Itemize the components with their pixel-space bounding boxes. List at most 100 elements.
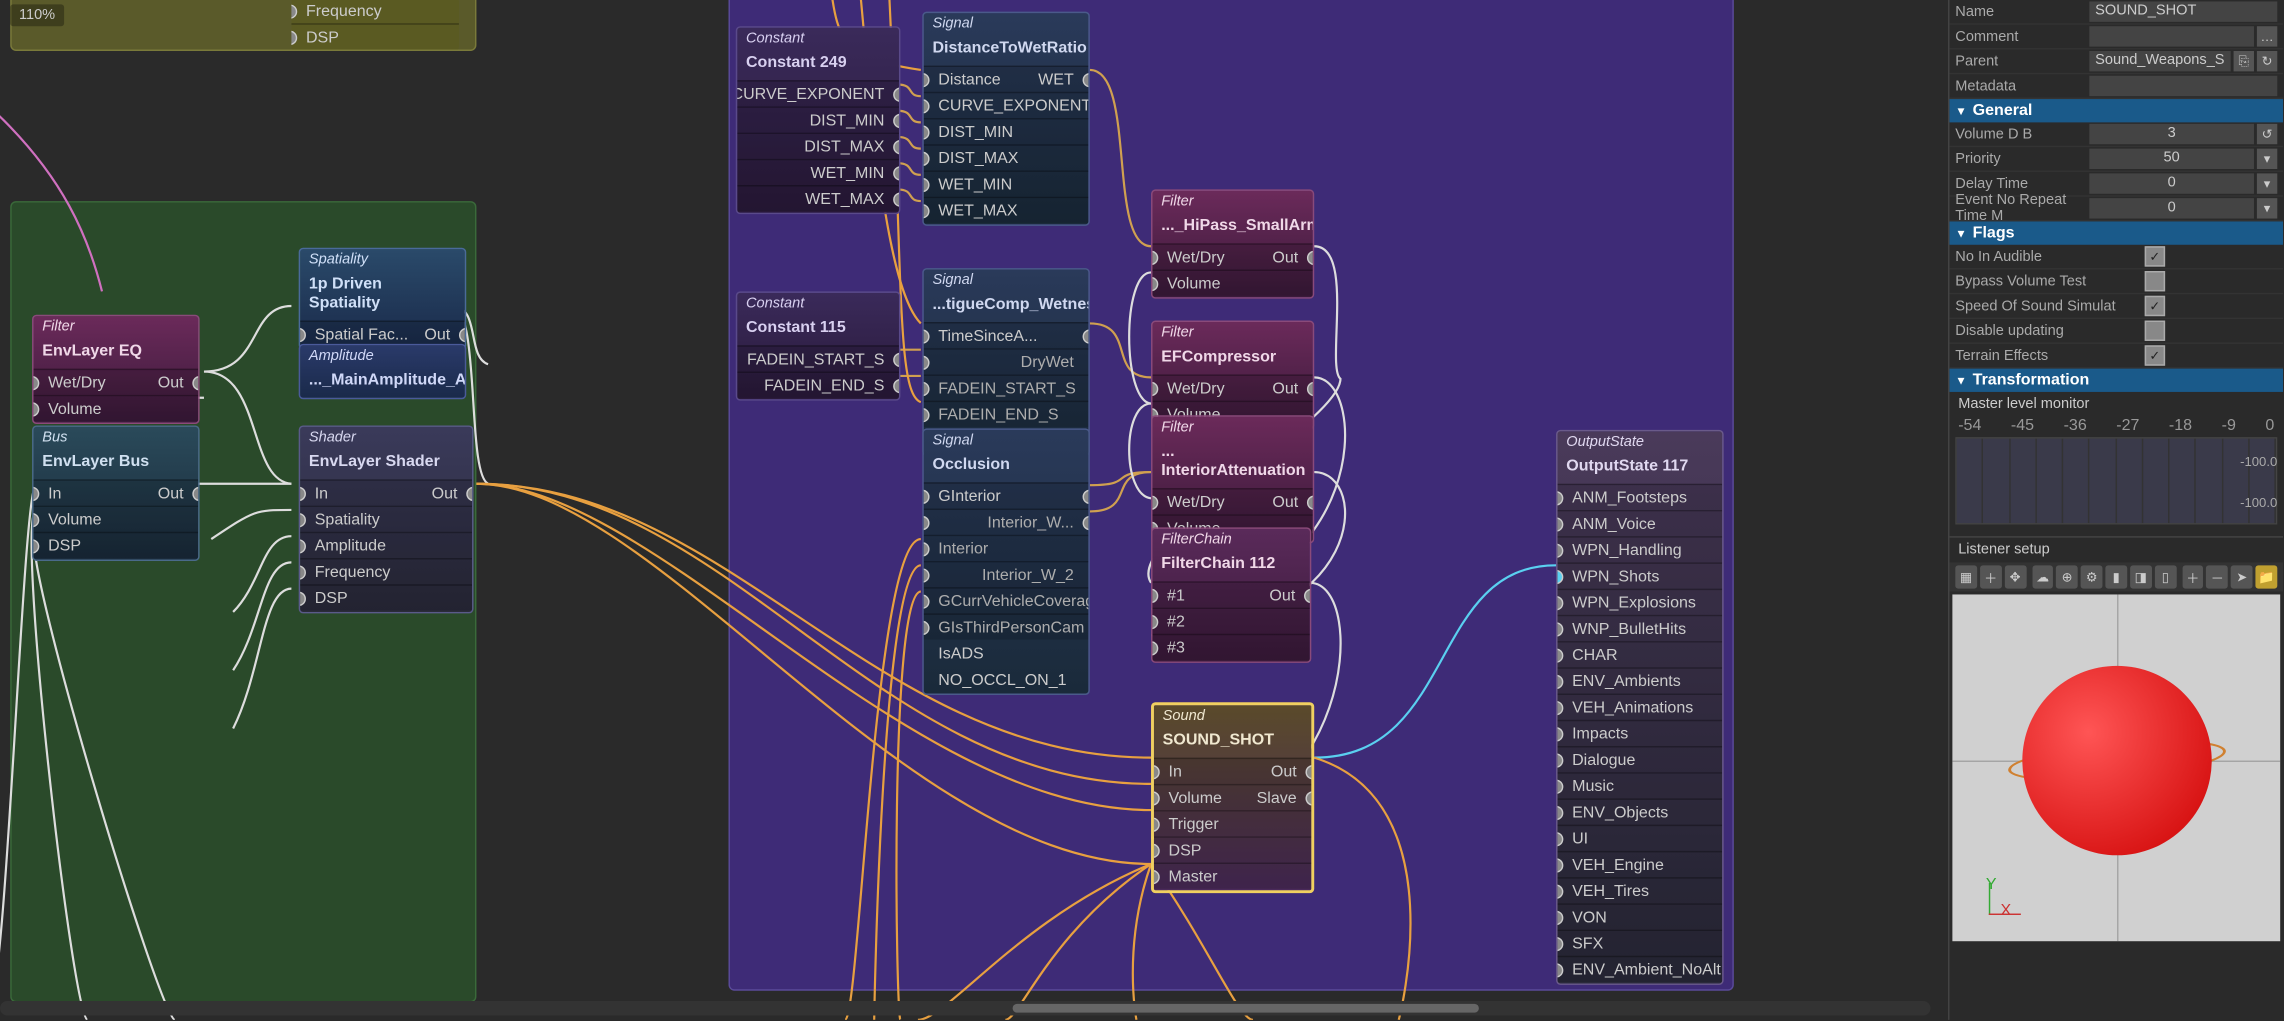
- port-label: Wet/Dry: [34, 370, 106, 396]
- check-terrain[interactable]: ✓: [2145, 345, 2165, 365]
- node-sound-shot[interactable]: Sound SOUND_SHOT InOut VolumeSlave Trigg…: [1151, 702, 1314, 893]
- port-label: WET: [1038, 67, 1088, 93]
- node-type: Constant: [737, 293, 899, 316]
- check-bypassvol[interactable]: [2145, 271, 2165, 291]
- insp-label-disableupdate: Disable updating: [1955, 323, 2144, 339]
- parent-goto-icon[interactable]: ↻: [2257, 51, 2277, 71]
- scrollbar-thumb[interactable]: [1013, 1004, 1479, 1013]
- node-distance-wet-ratio[interactable]: Signal DistanceToWetRatio DistanceWET CU…: [922, 12, 1090, 226]
- port-label: VEH_Tires: [1558, 879, 1649, 905]
- port-label: IsADS: [924, 641, 984, 667]
- insp-label-comment: Comment: [1955, 28, 2089, 44]
- listener-cloud-icon[interactable]: ☁: [2032, 565, 2054, 588]
- listener-view3-icon[interactable]: ▯: [2155, 565, 2177, 588]
- port-label: WET_MIN: [924, 172, 1012, 198]
- listener-plus-icon[interactable]: ＋: [2182, 565, 2204, 588]
- listener-3d-view[interactable]: Y X: [1952, 594, 2280, 941]
- node-title: DistanceToWetRatio: [924, 36, 1089, 65]
- node-title: ... InteriorAttenuation: [1152, 440, 1312, 488]
- insp-delay-value[interactable]: 0: [2089, 173, 2254, 193]
- listener-view1-icon[interactable]: ▮: [2105, 565, 2127, 588]
- insp-section-transformation[interactable]: Transformation: [1949, 369, 2283, 392]
- port-label: Volume: [34, 396, 102, 422]
- listener-arrow-icon[interactable]: ➤: [2231, 565, 2253, 588]
- listener-view2-icon[interactable]: ◨: [2130, 565, 2152, 588]
- comment-more-button[interactable]: …: [2257, 26, 2277, 46]
- node-constant-115[interactable]: Constant Constant 115 FADEIN_START_S FAD…: [736, 291, 901, 400]
- node-title: ..._MainAmplitude_AR: [300, 369, 465, 398]
- listener-grid-icon[interactable]: ▦: [1955, 565, 1977, 588]
- port-label: DIST_MAX: [924, 146, 1019, 172]
- insp-volumedb-value[interactable]: 3: [2089, 124, 2254, 144]
- insp-parent-value[interactable]: Sound_Weapons_S: [2089, 51, 2230, 71]
- port-label: Impacts: [1558, 721, 1629, 747]
- listener-add-icon[interactable]: ＋: [1980, 565, 2002, 588]
- graph-scrollbar-horizontal[interactable]: [0, 1001, 1931, 1016]
- insp-metadata-value[interactable]: [2089, 76, 2277, 96]
- insp-priority-value[interactable]: 50: [2089, 149, 2254, 169]
- zoom-badge: 110%: [10, 4, 64, 26]
- insp-comment-value[interactable]: [2089, 26, 2254, 46]
- insp-label-terrain: Terrain Effects: [1955, 347, 2144, 363]
- node-outputstate-117[interactable]: OutputState OutputState 117 ANM_Footstep…: [1556, 430, 1724, 985]
- port-label: VEH_Engine: [1558, 852, 1664, 878]
- node-title: Occlusion: [924, 453, 1089, 482]
- node-mainamplitude[interactable]: Amplitude ..._MainAmplitude_AR: [299, 344, 467, 399]
- node-filterchain-112[interactable]: FilterChain FilterChain 112 #1Out #2 #3: [1151, 527, 1311, 663]
- node-constant-249[interactable]: Constant Constant 249 CURVE_EXPONENT DIS…: [736, 26, 901, 214]
- listener-gear-icon[interactable]: ⚙: [2081, 565, 2103, 588]
- insp-norepeat-value[interactable]: 0: [2089, 198, 2254, 218]
- node-envlayer-eq[interactable]: Filter EnvLayer EQ Wet/DryOut Volume: [32, 315, 200, 424]
- node-interior-attenuation[interactable]: Filter ... InteriorAttenuation Wet/DryOu…: [1151, 415, 1314, 543]
- listener-move-icon[interactable]: ✥: [2004, 565, 2026, 588]
- port-label: Frequency: [291, 0, 381, 25]
- node-type: Signal: [924, 13, 1089, 36]
- port-label: WPN_Handling: [1558, 538, 1682, 564]
- listener-folder-icon[interactable]: 📁: [2256, 565, 2278, 588]
- insp-name-value[interactable]: SOUND_SHOT: [2089, 1, 2277, 21]
- inspector-panel: Name SOUND_SHOT Comment … Parent Sound_W…: [1948, 0, 2283, 1020]
- node-type: Amplitude: [300, 345, 465, 368]
- port-label: DIST_MIN: [924, 119, 1013, 145]
- insp-label-parent: Parent: [1955, 53, 2089, 69]
- port-label: Volume: [34, 507, 102, 533]
- check-disableupdate[interactable]: [2145, 321, 2165, 341]
- port-label: VEH_Animations: [1558, 695, 1694, 721]
- listener-minus-icon[interactable]: －: [2207, 565, 2229, 588]
- port-label: Dialogue: [1558, 747, 1636, 773]
- axis-y-label: Y: [1986, 876, 1997, 893]
- tick: -9: [2222, 417, 2236, 434]
- node-title: EFCompressor: [1152, 345, 1312, 374]
- node-envlayer-bus[interactable]: Bus EnvLayer Bus InOut Volume DSP: [32, 425, 200, 561]
- priority-step-icon[interactable]: ▾: [2257, 149, 2277, 169]
- insp-section-general[interactable]: General: [1949, 99, 2283, 122]
- delay-step-icon[interactable]: ▾: [2257, 173, 2277, 193]
- node-title: FilterChain 112: [1152, 552, 1309, 581]
- node-spatiality[interactable]: Spatiality 1p Driven Spatiality Spatial …: [299, 248, 467, 350]
- listener-sphere[interactable]: [2022, 666, 2211, 855]
- node-occlusion[interactable]: Signal Occlusion GInteriorInterior_W... …: [922, 428, 1090, 695]
- parent-link-icon[interactable]: ⎘: [2234, 51, 2254, 71]
- check-noinaudible[interactable]: ✓: [2145, 246, 2165, 266]
- port-label: CURVE_EXPONENT: [736, 82, 899, 108]
- insp-label-metadata: Metadata: [1955, 78, 2089, 94]
- check-sos[interactable]: ✓: [2145, 296, 2165, 316]
- insp-label-volumedb: Volume D B: [1955, 126, 2089, 142]
- node-title: EnvLayer Bus: [34, 450, 199, 479]
- listener-globe-icon[interactable]: ⊕: [2056, 565, 2078, 588]
- node-type: Signal: [924, 270, 1089, 293]
- insp-label-priority: Priority: [1955, 151, 2089, 167]
- insp-section-flags[interactable]: Flags: [1949, 221, 2283, 244]
- node-type: Spatiality: [300, 249, 465, 272]
- node-hipass-smallarms[interactable]: Filter ..._HiPass_SmallArms Wet/DryOut V…: [1151, 189, 1314, 298]
- level-meter: [1955, 437, 2277, 524]
- level-readout-2: -100.0: [2240, 495, 2277, 510]
- port-label: Wet/Dry: [1152, 490, 1224, 516]
- node-envlayer-shader[interactable]: Shader EnvLayer Shader InOut Spatiality …: [299, 425, 474, 613]
- node-efcompressor[interactable]: Filter EFCompressor Wet/DryOut Volume: [1151, 321, 1314, 430]
- port-label: Volume: [1152, 271, 1220, 297]
- volumedb-reset-icon[interactable]: ↺: [2257, 124, 2277, 144]
- node-graph-viewport[interactable]: 110%: [0, 0, 1938, 1020]
- port-label: DIST_MIN: [810, 108, 899, 134]
- norepeat-step-icon[interactable]: ▾: [2257, 198, 2277, 218]
